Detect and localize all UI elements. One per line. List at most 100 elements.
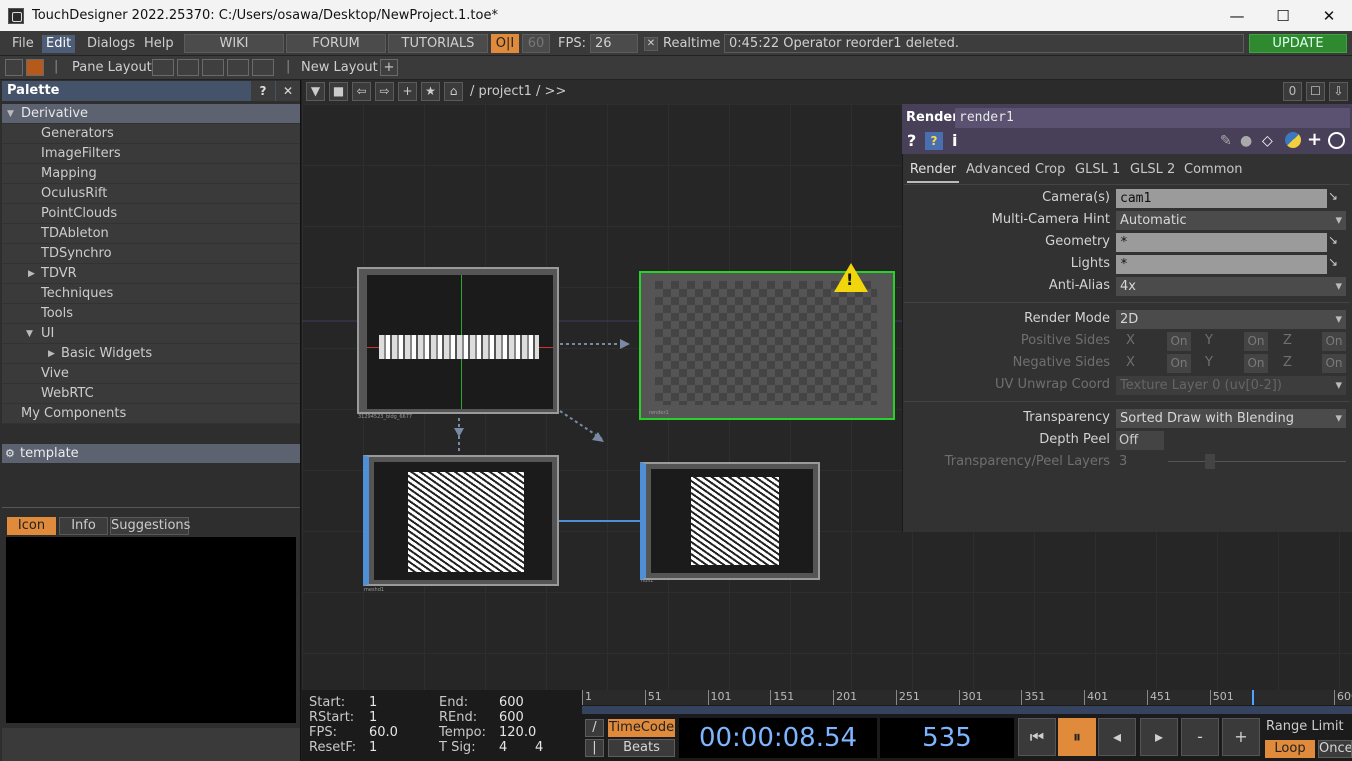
peel-layers-value[interactable]: 3 [1119,454,1127,469]
tab-suggestions[interactable]: Suggestions [110,517,190,535]
python-help-icon[interactable]: ? [925,132,943,150]
layout-split-h-icon[interactable] [202,59,224,76]
lights-field[interactable]: * [1116,255,1327,274]
palette-item-derivative[interactable]: ▼ Derivative [2,104,300,124]
layout-split-v-icon[interactable] [177,59,199,76]
layout-quad-icon[interactable] [252,59,274,76]
step-back-icon[interactable]: ◂ [1098,718,1136,756]
palette-item[interactable]: ImageFilters [2,144,300,164]
frame-display[interactable]: 535 [880,718,1014,758]
time-ruler[interactable]: 151101151201251301351401451501600 [582,690,1352,705]
expand-arrow-icon[interactable]: ▼ [26,324,33,344]
palette-item-ui[interactable]: ▼ UI [2,324,300,344]
stop-icon[interactable]: ■ [329,82,348,101]
camera-field[interactable]: cam1 [1116,189,1327,208]
tsig-value-1[interactable]: 4 [499,740,507,755]
slider-handle[interactable] [1205,454,1215,469]
toggle-neg-y[interactable]: On [1244,354,1268,373]
transparency-menu[interactable]: Sorted Draw with Blending [1116,409,1346,428]
add-icon[interactable]: + [398,82,417,101]
layout-single-icon[interactable] [152,59,174,76]
palette-item[interactable]: Tools [2,304,300,324]
close-button[interactable]: ✕ [1306,0,1352,31]
fps-cap-field[interactable]: 60 [522,34,550,53]
node-geometry[interactable] [357,267,559,414]
fps-value-tl[interactable]: 60.0 [369,725,398,740]
menu-edit[interactable]: Edit [42,35,76,53]
loop-button[interactable]: Loop [1265,740,1315,758]
node-render1[interactable] [639,271,895,420]
wiki-button[interactable]: WIKI [184,34,284,53]
collapse-arrow-icon[interactable]: ▶ [28,264,35,284]
op-name-field[interactable]: render1 [955,108,1350,128]
forum-button[interactable]: FORUM [286,34,386,53]
home-network-icon[interactable]: ⌂ [444,82,463,101]
menu-file[interactable]: File [8,35,38,53]
beats-bar-icon[interactable]: | [585,739,604,757]
info-icon[interactable]: i [952,131,957,150]
palette-item[interactable]: PointClouds [2,204,300,224]
tab-glsl2[interactable]: GLSL 2 [1130,162,1175,177]
minus-icon[interactable]: - [1181,718,1219,756]
node-ref-icon[interactable]: ↘ [1328,233,1338,247]
template-row[interactable]: ⚙ template [2,444,300,463]
timecode-slash-icon[interactable]: / [585,719,604,737]
palette-item[interactable]: OculusRift [2,184,300,204]
back-icon[interactable]: ⇦ [352,82,371,101]
update-button[interactable]: UPDATE [1249,34,1347,53]
tab-advanced[interactable]: Advanced [966,162,1030,177]
target-icon[interactable] [1328,132,1345,149]
uv-unwrap-menu[interactable]: Texture Layer 0 (uv[0-2]) [1116,376,1346,395]
forward-icon[interactable]: ⇨ [375,82,394,101]
star-icon[interactable]: ★ [421,82,440,101]
palette-item[interactable]: Techniques [2,284,300,304]
resetf-value[interactable]: 1 [369,740,377,755]
menu-help[interactable]: Help [140,35,178,53]
toggle-pos-y[interactable]: On [1244,332,1268,351]
menu-dialogs[interactable]: Dialogs [83,35,139,53]
palette-item[interactable]: Vive [2,364,300,384]
rend-value[interactable]: 600 [499,710,524,725]
palette-item[interactable]: TDSynchro [2,244,300,264]
minimize-button[interactable]: — [1214,0,1260,31]
comment-icon[interactable]: ● [1240,133,1252,149]
pane-max-icon[interactable]: ☐ [1306,82,1325,101]
toggle-pos-z[interactable]: On [1322,332,1346,351]
clone-icon[interactable]: ◇ [1262,133,1273,149]
tab-common[interactable]: Common [1184,162,1243,177]
depth-peel-toggle[interactable]: Off [1116,431,1164,450]
plus-icon[interactable]: + [1222,718,1260,756]
node-meshd1[interactable] [363,455,559,586]
node-ref-icon[interactable]: ↘ [1328,189,1338,203]
timecode-button[interactable]: TimeCode [608,719,675,737]
multi-camera-hint-menu[interactable]: Automatic [1116,211,1346,230]
rewind-icon[interactable]: ⏮ [1018,718,1056,756]
start-value[interactable]: 1 [369,695,377,710]
tab-render[interactable]: Render [907,162,959,183]
new-layout-add-button[interactable]: + [380,59,398,76]
tab-icon[interactable]: Icon [7,517,56,535]
maximize-button[interactable]: ☐ [1260,0,1306,31]
expand-arrow-icon[interactable]: ▼ [7,104,14,124]
help-icon[interactable]: ? [907,131,916,150]
once-button[interactable]: Once [1318,740,1352,758]
network-zero-field[interactable]: 0 [1283,82,1302,101]
python-icon[interactable] [1285,132,1301,148]
node-ref-icon[interactable]: ↘ [1328,255,1338,269]
toggle-neg-z[interactable]: On [1322,354,1346,373]
palette-item-tdvr[interactable]: ▶ TDVR [2,264,300,284]
range-bar[interactable] [582,706,1352,714]
download-icon[interactable]: ⇩ [1329,82,1348,101]
palette-item[interactable]: My Components [2,404,300,424]
clock-display[interactable]: 00:00:08.54 [679,718,877,758]
pane-icon[interactable] [5,59,23,76]
step-forward-icon[interactable]: ▸ [1140,718,1178,756]
layout-three-icon[interactable] [227,59,249,76]
pencil-icon[interactable]: ✎ [1220,133,1232,149]
palette-close-button[interactable]: ✕ [276,81,300,101]
realtime-checkbox[interactable]: ✕ [644,37,658,51]
peel-layers-slider[interactable] [1168,461,1346,462]
tab-crop[interactable]: Crop [1035,162,1065,177]
oi-button[interactable]: O|I [491,34,519,53]
anti-alias-menu[interactable]: 4x [1116,277,1346,296]
